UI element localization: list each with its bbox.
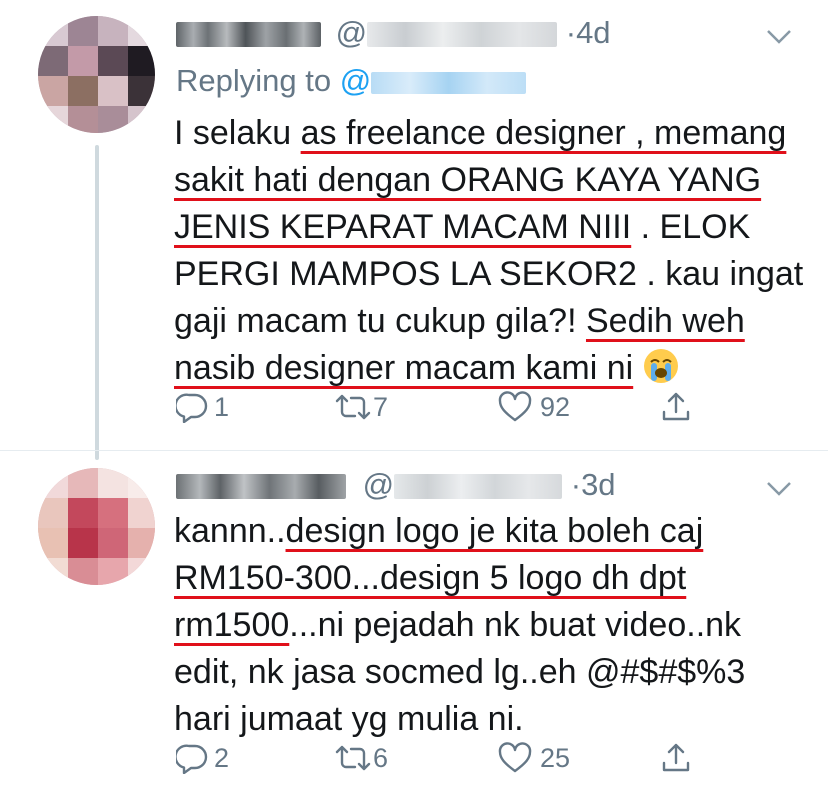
text-line: JENIS KEPARAT MACAM NIII . ELOK: [174, 204, 803, 251]
underlined-text: sakit hati dengan ORANG KAYA YANG: [174, 161, 762, 199]
heart-icon: [498, 742, 532, 773]
text-run: I selaku: [174, 114, 301, 152]
text-line: gaji macam tu cukup gila?! Sedih weh: [174, 298, 803, 345]
share-button[interactable]: [660, 738, 692, 778]
handle-redacted[interactable]: [394, 474, 563, 500]
text-line: I selaku as freelance designer , memang: [174, 110, 803, 157]
underlined-text: Sedih weh: [585, 302, 745, 340]
underlined-text: design logo je kita boleh caj: [285, 512, 704, 550]
like-button[interactable]: 25: [498, 738, 570, 778]
loudly-crying-face-emoji: [643, 349, 678, 383]
share-icon: [662, 392, 690, 421]
text-line: PERGI MAMPOS LA SEKOR2 . kau ingat: [174, 251, 803, 298]
display-name-redacted[interactable]: [176, 474, 346, 500]
reply-count: 1: [214, 391, 230, 422]
retweet-count: 6: [373, 742, 389, 773]
underlined-text: rm1500: [174, 606, 290, 644]
text-line: hari jumaat yg mulia ni.: [174, 696, 745, 743]
reply-button[interactable]: 2: [176, 738, 229, 778]
mention-redacted: [371, 71, 527, 94]
underlined-text: RM150-300...design 5 logo dh dpt: [174, 559, 687, 597]
handle-redacted[interactable]: [367, 22, 558, 48]
like-button[interactable]: 92: [498, 387, 570, 427]
reply-count: 2: [214, 742, 230, 773]
text-run: hari jumaat yg mulia ni.: [174, 700, 524, 738]
underlined-text: nasib designer macam kami ni: [174, 349, 634, 387]
reply-button[interactable]: 1: [176, 387, 229, 427]
display-name-redacted[interactable]: [176, 22, 321, 48]
retweet-button[interactable]: 6: [333, 738, 388, 778]
text-line: sakit hati dengan ORANG KAYA YANG: [174, 157, 803, 204]
text-line: RM150-300...design 5 logo dh dpt: [174, 555, 745, 602]
action-bar: 2 6 25: [176, 738, 696, 778]
replying-mention[interactable]: @: [339, 63, 527, 98]
tweet-header: @ ·4d: [176, 15, 611, 51]
text-run: ...ni pejadah nk buat video..nk: [289, 606, 742, 644]
avatar[interactable]: [38, 16, 155, 133]
tweet-header: @ ·3d: [176, 467, 616, 503]
retweet-icon: [335, 745, 371, 771]
reply-icon: [176, 744, 208, 774]
replying-to: Replying to @: [176, 63, 527, 99]
retweet-button[interactable]: 7: [333, 387, 388, 427]
underlined-text: JENIS KEPARAT MACAM NIII: [174, 208, 632, 246]
tweet-1[interactable]: @ ·4d Replying to @ I selaku as freelanc…: [0, 0, 828, 460]
text-run: kannn..: [174, 512, 286, 550]
share-button[interactable]: [660, 387, 692, 427]
action-bar: 1 7 92: [176, 387, 696, 427]
tweet-text: I selaku as freelance designer , memang …: [174, 110, 803, 392]
text-line: kannn..design logo je kita boleh caj: [174, 508, 745, 555]
timestamp[interactable]: 4d: [576, 15, 610, 50]
dot-separator: ·: [565, 15, 577, 50]
text-run: . ELOK: [631, 208, 751, 246]
tweet-2[interactable]: @ ·3d kannn..design logo je kita boleh c…: [0, 451, 828, 791]
text-line: rm1500...ni pejadah nk buat video..nk: [174, 602, 745, 649]
mention-at: @: [339, 63, 372, 98]
chevron-down-icon[interactable]: [765, 480, 793, 498]
text-line: nasib designer macam kami ni: [174, 345, 803, 392]
dot-separator: ·: [570, 467, 582, 502]
at-sign: @: [335, 15, 368, 50]
tweet-text: kannn..design logo je kita boleh caj RM1…: [174, 508, 745, 743]
replying-to-label: Replying to: [176, 63, 332, 98]
heart-icon: [498, 391, 532, 422]
avatar[interactable]: [38, 468, 155, 585]
retweet-icon: [335, 394, 371, 420]
at-sign: @: [362, 467, 395, 502]
reply-icon: [176, 393, 208, 423]
text-line: edit, nk jasa socmed lg..eh @#$#$%3: [174, 649, 745, 696]
underlined-text: as freelance designer , memang: [300, 114, 787, 152]
text-run: gaji macam tu cukup gila?!: [174, 302, 586, 340]
share-icon: [662, 743, 690, 772]
thread-line: [95, 145, 99, 460]
like-count: 92: [540, 391, 571, 422]
chevron-down-icon[interactable]: [765, 28, 793, 46]
retweet-count: 7: [373, 391, 389, 422]
text-run: [633, 349, 642, 387]
like-count: 25: [540, 742, 571, 773]
timestamp[interactable]: 3d: [581, 467, 615, 502]
text-run: PERGI MAMPOS LA SEKOR2 . kau ingat: [174, 255, 804, 293]
text-run: edit, nk jasa socmed lg..eh @#$#$%3: [174, 653, 746, 691]
